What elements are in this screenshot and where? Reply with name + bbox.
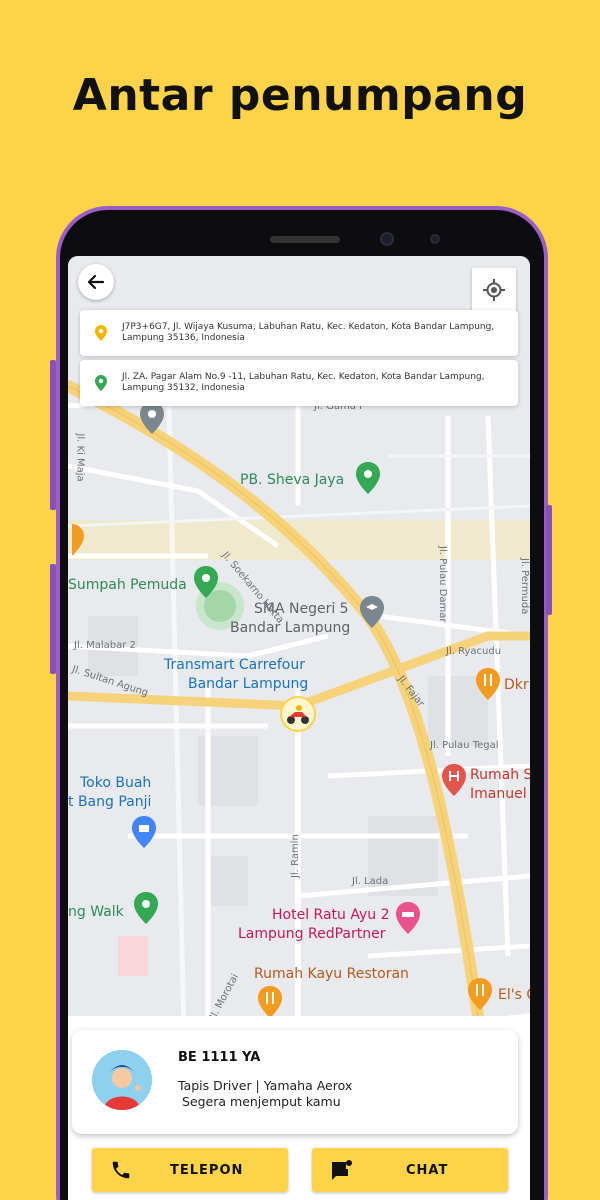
poi-dkr[interactable]: Dkr	[504, 676, 529, 694]
hospital-pin-icon	[442, 764, 466, 796]
street-pulautegal: Jl. Pulau Tegal	[430, 740, 499, 751]
destination-pin-icon	[95, 375, 107, 391]
pickup-address-card[interactable]: J7P3+6G7, Jl. Wijaya Kusuma, Labuhan Rat…	[80, 310, 518, 356]
green-pin-icon	[356, 462, 380, 494]
back-button[interactable]	[78, 264, 114, 300]
poi-rumah-s-2[interactable]: Imanuel	[470, 785, 527, 803]
gray-pin-icon	[140, 402, 164, 434]
poi-toko-buah-2[interactable]: t Bang Panji	[68, 793, 151, 811]
bixby-button	[50, 564, 56, 674]
power-button	[546, 505, 552, 615]
driver-status: Segera menjemput kamu	[182, 1094, 341, 1109]
poi-toko-buah-1[interactable]: Toko Buah	[80, 774, 151, 792]
walk-pin-icon	[134, 892, 158, 924]
app-screen: PB. Sheva Jaya Sumpah Pemuda SMA Negeri …	[68, 256, 530, 1200]
street-malabar: Jl. Malabar 2	[74, 640, 136, 651]
poi-hotel-2[interactable]: Lampung RedPartner	[238, 925, 385, 943]
poi-sumpah-pemuda[interactable]: Sumpah Pemuda	[68, 576, 187, 594]
call-label: TELEPON	[170, 1162, 244, 1178]
restaurant-pin-icon	[258, 986, 282, 1018]
call-button[interactable]: TELEPON	[92, 1148, 288, 1192]
street-lada: Jl. Lada	[352, 876, 389, 887]
street-pemuda: Jl. Permuda	[519, 558, 530, 615]
proximity-sensor	[430, 234, 440, 244]
pickup-address: J7P3+6G7, Jl. Wijaya Kusuma, Labuhan Rat…	[122, 322, 495, 343]
poi-rumah-kayu[interactable]: Rumah Kayu Restoran	[254, 965, 409, 983]
poi-hotel-1[interactable]: Hotel Ratu Ayu 2	[272, 906, 390, 924]
front-camera	[380, 232, 394, 246]
phone-icon	[112, 1161, 130, 1179]
street-ramin: Jl. Ramin	[290, 834, 301, 878]
my-location-button[interactable]	[472, 268, 516, 312]
partial-restaurant-pin-icon	[72, 524, 84, 556]
driver-avatar	[92, 1050, 152, 1110]
restaurant-pin-icon-3	[468, 978, 492, 1010]
scooter-icon	[287, 705, 309, 724]
street-pulaudamar: Jl. Pulau Damar	[437, 546, 448, 623]
poi-rumah-s-1[interactable]: Rumah S	[470, 766, 530, 784]
driver-location-marker[interactable]	[280, 696, 316, 732]
headline: Antar penumpang	[72, 70, 528, 121]
chat-label: CHAT	[406, 1162, 449, 1178]
chat-icon	[332, 1160, 352, 1180]
park-pin-icon	[194, 566, 218, 598]
volume-button	[50, 360, 56, 510]
phone-speaker	[270, 236, 340, 243]
poi-sheva[interactable]: PB. Sheva Jaya	[240, 471, 344, 489]
poi-sma-2[interactable]: Bandar Lampung	[230, 619, 350, 637]
chat-button[interactable]: CHAT	[312, 1148, 508, 1192]
hotel-pin-icon	[396, 902, 420, 934]
destination-address: Jl. ZA. Pagar Alam No.9 -11, Labuhan Rat…	[122, 372, 485, 393]
poi-els[interactable]: El's C	[498, 986, 530, 1004]
street-kimaja: Jl. Ki Maja	[74, 433, 86, 482]
driver-card: BE 1111 YA Tapis Driver | Yamaha Aerox S…	[72, 1030, 518, 1134]
restaurant-pin-icon-2	[476, 668, 500, 700]
pickup-pin-icon	[95, 325, 107, 341]
my-location-icon	[483, 279, 505, 301]
school-pin-icon	[360, 596, 384, 628]
street-ryacudu: Jl. Ryacudu	[446, 646, 502, 657]
poi-transmart-2[interactable]: Bandar Lampung	[188, 675, 308, 693]
driver-info: Tapis Driver | Yamaha Aerox	[178, 1078, 353, 1093]
poi-walk[interactable]: ng Walk	[68, 903, 124, 921]
poi-transmart-1[interactable]: Transmart Carrefour	[164, 656, 305, 674]
destination-address-card[interactable]: Jl. ZA. Pagar Alam No.9 -11, Labuhan Rat…	[80, 360, 518, 406]
shop-pin-icon	[132, 816, 156, 848]
back-arrow-icon	[87, 274, 105, 290]
driver-plate: BE 1111 YA	[178, 1050, 261, 1065]
